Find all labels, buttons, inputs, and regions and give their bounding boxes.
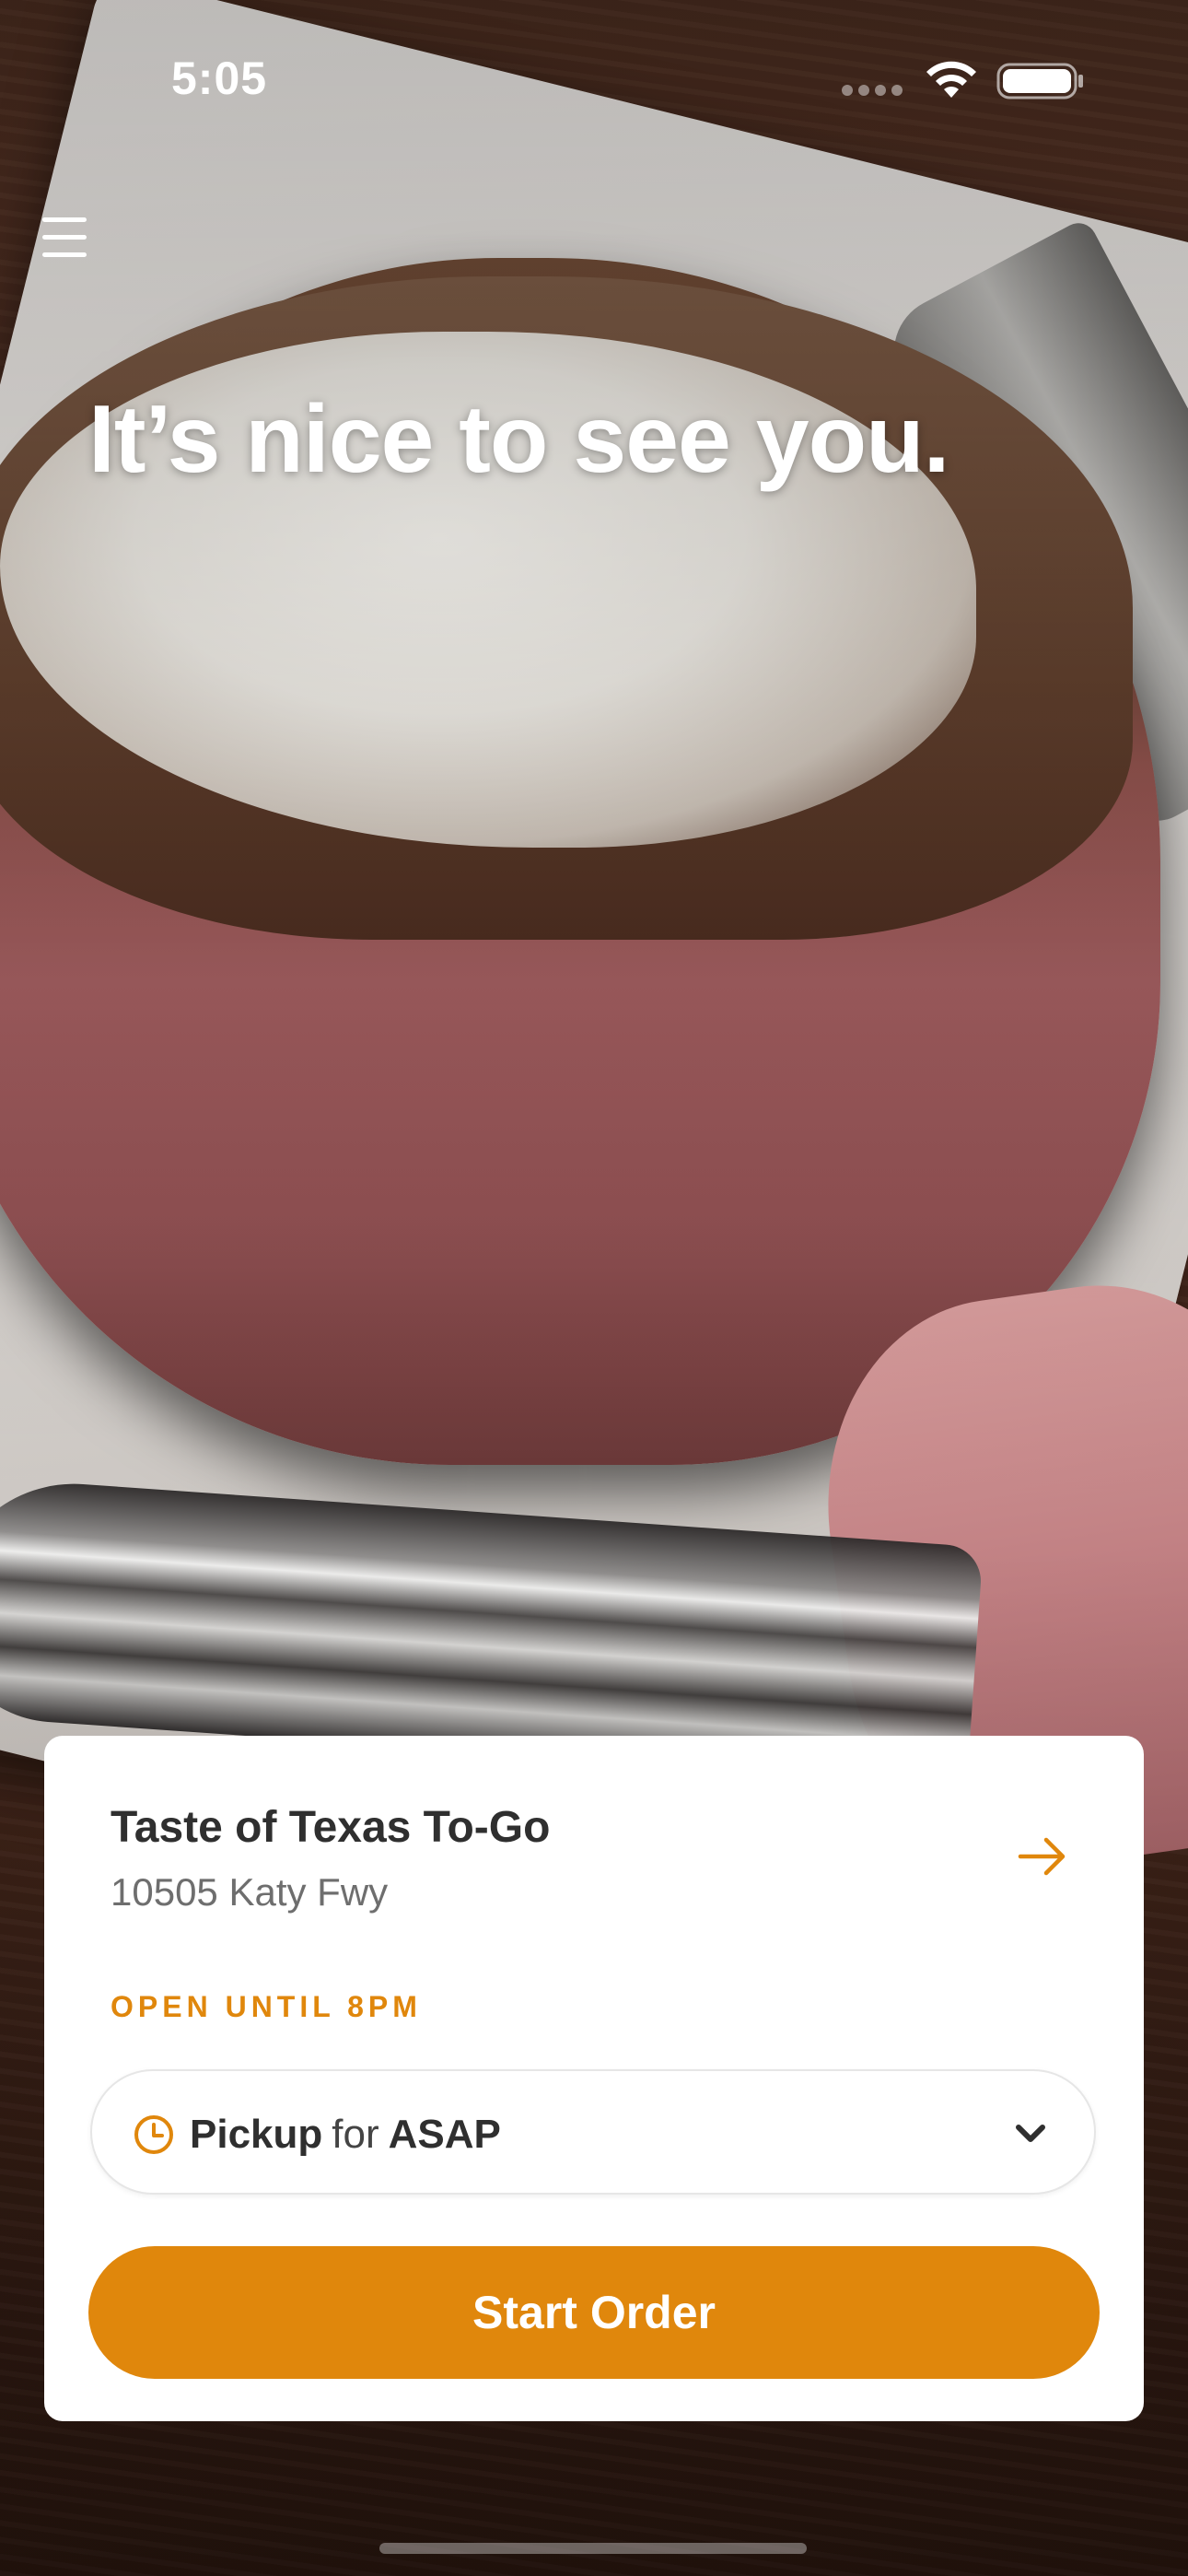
arrow-right-icon[interactable] (1015, 1833, 1070, 1879)
for-label: for (332, 2112, 379, 2157)
hamburger-menu-icon[interactable] (41, 216, 92, 260)
time-option: ASAP (388, 2112, 501, 2157)
store-address: 10505 Katy Fwy (111, 1870, 389, 1914)
status-time: 5:05 (171, 53, 268, 104)
clock-icon (134, 2115, 173, 2154)
home-indicator[interactable] (379, 2543, 807, 2554)
chevron-down-icon (1016, 2125, 1045, 2142)
battery-icon (996, 63, 1083, 100)
wifi-icon (926, 61, 976, 98)
start-order-button[interactable]: Start Order (88, 2246, 1100, 2379)
order-type: Pickup (190, 2112, 323, 2157)
store-card: Taste of Texas To-Go 10505 Katy Fwy OPEN… (44, 1736, 1144, 2421)
greeting-heading: It’s nice to see you. (88, 386, 950, 493)
cellular-signal-icon (842, 85, 906, 98)
pickup-time-selector[interactable]: Pickup for ASAP (90, 2069, 1096, 2195)
pickup-selection-text: Pickup for ASAP (190, 2112, 501, 2158)
store-hours: OPEN UNTIL 8PM (111, 1990, 422, 2023)
store-name: Taste of Texas To-Go (111, 1803, 551, 1852)
status-bar: 5:05 (0, 0, 1188, 157)
